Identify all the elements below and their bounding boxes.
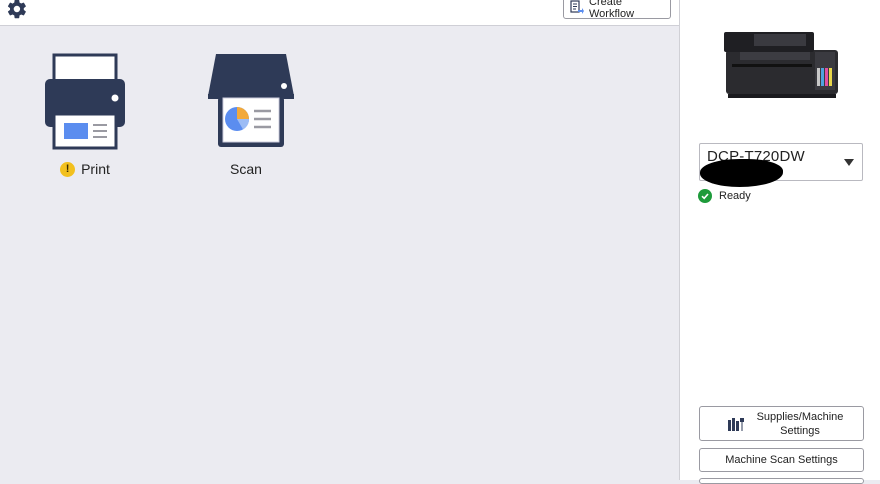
print-label: Print	[81, 161, 110, 177]
warning-icon: !	[60, 161, 76, 177]
chevron-down-icon	[844, 159, 854, 166]
device-select[interactable]: DCP-T720DW	[699, 143, 863, 187]
partial-button[interactable]	[699, 478, 864, 484]
workflow-icon	[570, 0, 584, 14]
supplies-icon	[728, 417, 744, 431]
device-status: Ready	[698, 189, 751, 203]
create-workflow-label: Create Workflow	[589, 0, 635, 20]
function-panel: ! Print Scan	[0, 26, 679, 480]
printer-icon	[45, 53, 125, 150]
scan-label: Scan	[230, 161, 262, 177]
supplies-machine-settings-button[interactable]: Supplies/Machine Settings	[699, 406, 864, 441]
machine-scan-label: Machine Scan Settings	[725, 454, 838, 466]
scanner-icon	[208, 54, 294, 147]
machine-scan-settings-button[interactable]: Machine Scan Settings	[699, 448, 864, 472]
gear-icon[interactable]	[6, 0, 28, 20]
printer-device-image	[724, 32, 838, 98]
print-tile[interactable]: ! Print	[25, 51, 145, 177]
device-sidebar: DCP-T720DW Ready Supplies/Machine Settin…	[680, 0, 880, 484]
scan-tile[interactable]: Scan	[186, 51, 306, 177]
redaction-mark	[700, 159, 783, 187]
status-text: Ready	[719, 190, 751, 202]
top-toolbar: Create Workflow	[0, 0, 679, 26]
check-icon	[698, 189, 712, 203]
create-workflow-button[interactable]: Create Workflow	[563, 0, 671, 20]
supplies-label: Supplies/Machine Settings	[756, 410, 844, 437]
